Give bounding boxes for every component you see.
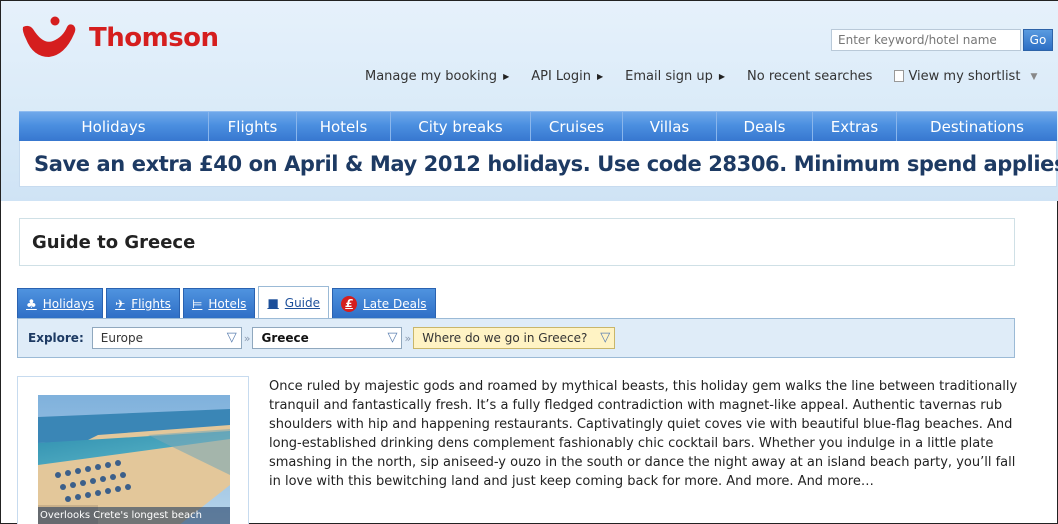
manage-booking-link[interactable]: Manage my booking ▶ bbox=[365, 69, 509, 84]
manage-booking-label: Manage my booking bbox=[365, 69, 498, 84]
chevron-down-icon[interactable]: ▼ bbox=[1030, 72, 1037, 82]
nav-hotels[interactable]: Hotels bbox=[297, 112, 391, 141]
palm-tree-icon: ♣ bbox=[26, 296, 37, 311]
thomson-logo[interactable]: Thomson bbox=[19, 15, 219, 61]
api-login-label: API Login bbox=[531, 69, 591, 84]
tab-hotels-label: Hotels bbox=[208, 296, 247, 311]
nav-destinations[interactable]: Destinations bbox=[897, 112, 1057, 141]
brand-name: Thomson bbox=[89, 23, 219, 53]
chevron-down-icon: ▽ bbox=[226, 330, 237, 345]
tab-flights-label: Flights bbox=[131, 296, 171, 311]
tab-holidays[interactable]: ♣ Holidays bbox=[17, 288, 104, 318]
main-nav: Holidays Flights Hotels City breaks Crui… bbox=[19, 111, 1057, 141]
section-tabs: ♣ Holidays ✈ Flights ⊨ Hotels ■ Guide £ Late … bbox=[17, 286, 439, 318]
thomson-smile-logo-icon bbox=[19, 15, 81, 61]
search-bar: Go bbox=[831, 29, 1053, 51]
nav-city-breaks[interactable]: City breaks bbox=[391, 112, 531, 141]
chevron-down-icon: ▽ bbox=[387, 330, 398, 345]
destination-image-box: Overlooks Crete's longest beach bbox=[17, 376, 249, 524]
triangle-right-icon: ▶ bbox=[503, 72, 510, 81]
recent-searches-label: No recent searches bbox=[747, 69, 873, 84]
explore-bar: Explore: Europe ▽ » Greece ▽ » Where do … bbox=[17, 318, 1015, 358]
shortlist-icon bbox=[894, 69, 905, 82]
intro-paragraph: Once ruled by majestic gods and roamed b… bbox=[269, 379, 1018, 489]
image-caption: Overlooks Crete's longest beach bbox=[38, 507, 230, 524]
where-value: Where do we go in Greece? bbox=[422, 331, 588, 345]
tab-guide-label: Guide bbox=[284, 295, 321, 310]
breadcrumb-separator: » bbox=[404, 331, 412, 345]
nav-cruises[interactable]: Cruises bbox=[531, 112, 623, 141]
breadcrumb-separator: » bbox=[243, 331, 251, 345]
api-login-link[interactable]: API Login ▶ bbox=[531, 69, 603, 84]
chevron-down-icon: ▽ bbox=[600, 330, 611, 345]
tab-hotels[interactable]: ⊨ Hotels bbox=[182, 288, 256, 318]
promo-banner[interactable]: Save an extra £40 on April & May 2012 ho… bbox=[19, 141, 1058, 187]
tab-holidays-label: Holidays bbox=[42, 296, 95, 311]
pound-icon: £ bbox=[341, 295, 358, 312]
where-select[interactable]: Where do we go in Greece? ▽ bbox=[413, 327, 616, 349]
beach-image bbox=[38, 395, 230, 524]
email-signup-link[interactable]: Email sign up ▶ bbox=[625, 69, 725, 84]
email-signup-label: Email sign up bbox=[625, 69, 713, 84]
suitcase-icon: ■ bbox=[267, 295, 279, 310]
triangle-right-icon: ▶ bbox=[597, 72, 604, 81]
nav-extras[interactable]: Extras bbox=[813, 112, 897, 141]
page-title: Guide to Greece bbox=[32, 232, 196, 253]
region-value: Europe bbox=[100, 331, 143, 345]
bed-icon: ⊨ bbox=[191, 296, 203, 311]
view-shortlist-label: View my shortlist bbox=[908, 69, 1021, 84]
tab-guide[interactable]: ■ Guide bbox=[258, 286, 330, 318]
crete-beach-photo[interactable]: Overlooks Crete's longest beach bbox=[38, 395, 230, 524]
tab-late-deals-label: Late Deals bbox=[363, 296, 427, 311]
site-header: Thomson Go Manage my booking ▶ API Login ▶… bbox=[1, 1, 1058, 201]
nav-deals[interactable]: Deals bbox=[717, 112, 813, 141]
utility-links: Manage my booking ▶ API Login ▶ Email sign… bbox=[365, 69, 1037, 84]
plane-icon: ✈ bbox=[115, 296, 126, 311]
nav-holidays[interactable]: Holidays bbox=[19, 112, 209, 141]
guide-title-box: Guide to Greece bbox=[19, 218, 1015, 266]
region-select[interactable]: Europe ▽ bbox=[91, 327, 242, 349]
search-go-button[interactable]: Go bbox=[1023, 29, 1053, 51]
recent-searches-link[interactable]: No recent searches bbox=[747, 69, 872, 84]
view-shortlist-link[interactable]: View my shortlist ▼ bbox=[894, 69, 1037, 84]
triangle-right-icon: ▶ bbox=[718, 72, 726, 81]
country-value: Greece bbox=[261, 331, 309, 345]
nav-villas[interactable]: Villas bbox=[623, 112, 717, 141]
tab-flights[interactable]: ✈ Flights bbox=[106, 288, 180, 318]
tab-late-deals[interactable]: £ Late Deals bbox=[332, 288, 436, 318]
explore-label: Explore: bbox=[28, 331, 84, 345]
country-select[interactable]: Greece ▽ bbox=[252, 327, 403, 349]
promo-text: Save an extra £40 on April & May 2012 ho… bbox=[34, 151, 1058, 176]
search-input[interactable] bbox=[831, 29, 1021, 51]
nav-flights[interactable]: Flights bbox=[209, 112, 297, 141]
